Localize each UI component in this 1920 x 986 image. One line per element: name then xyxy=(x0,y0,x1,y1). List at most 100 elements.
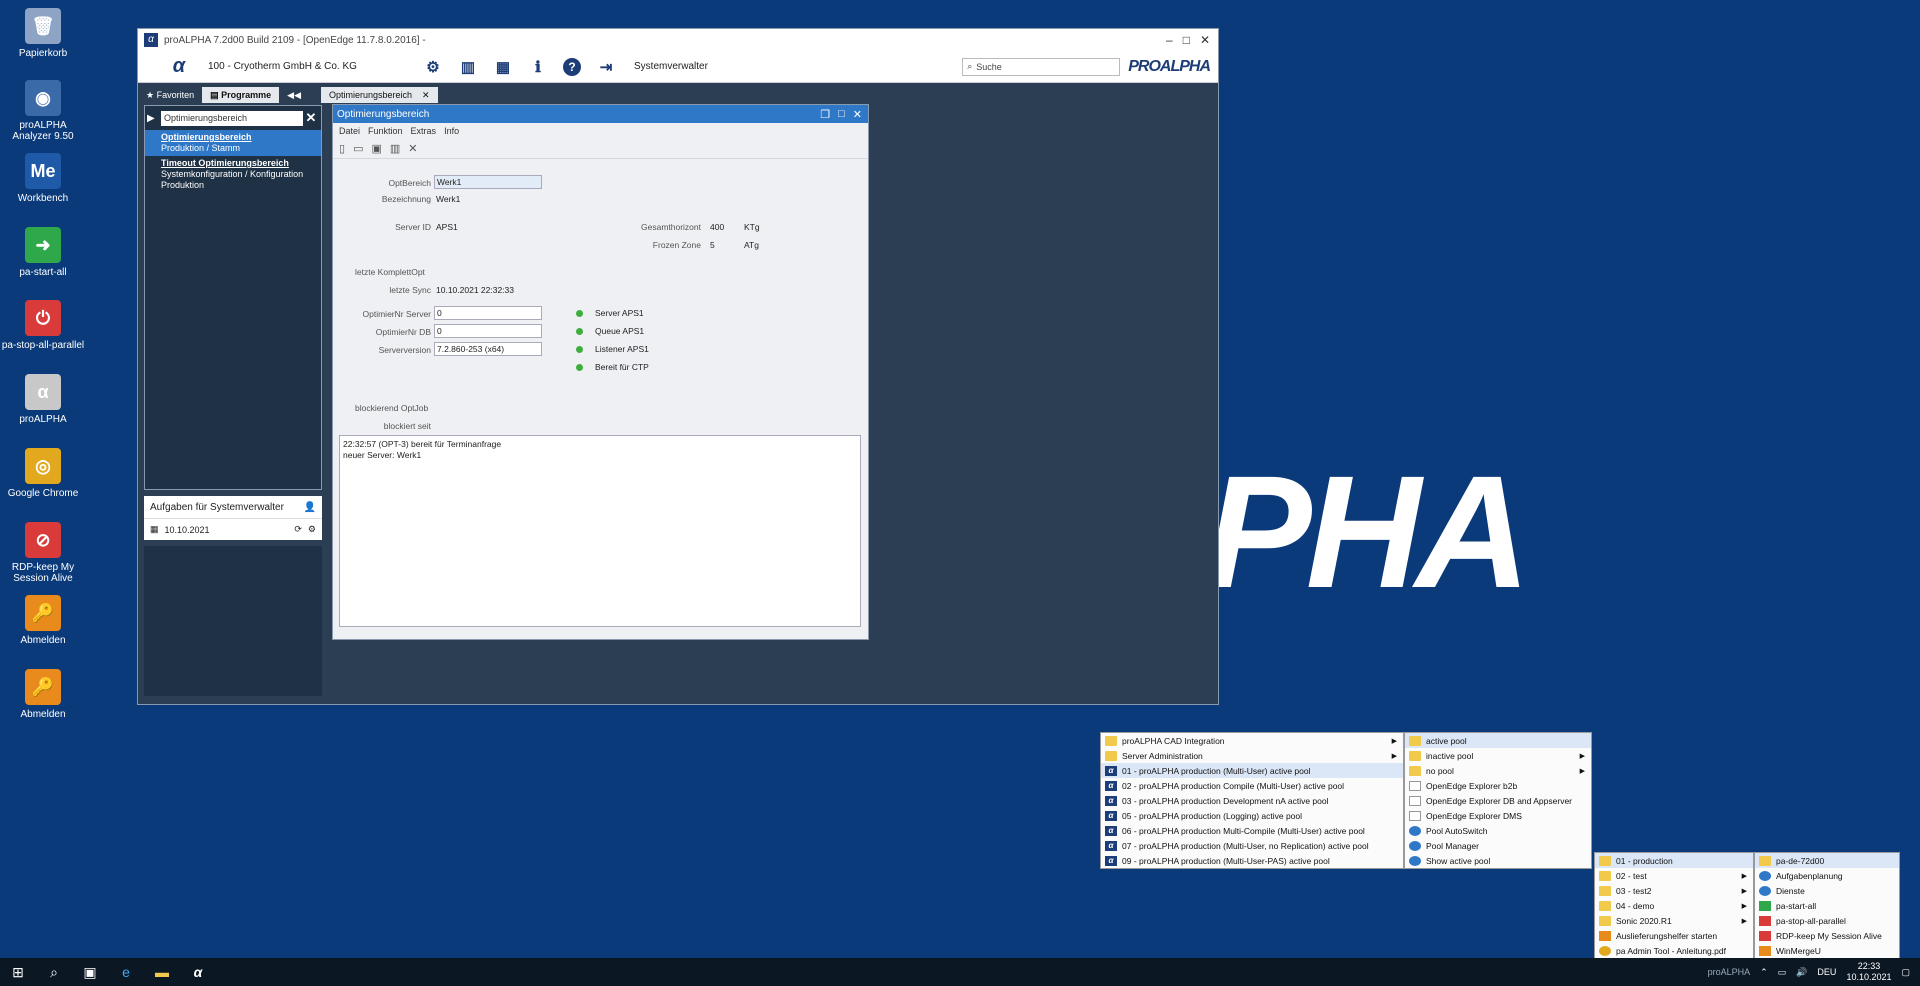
menu-item[interactable]: 02 - test ▶ xyxy=(1595,868,1753,883)
menu-info[interactable]: Info xyxy=(444,126,459,136)
menu-item[interactable]: α 05 - proALPHA production (Logging) acti… xyxy=(1101,808,1403,823)
info-icon[interactable]: ℹ xyxy=(528,57,548,77)
alpha-menu-icon[interactable]: α xyxy=(168,55,190,78)
menu-item[interactable]: OpenEdge Explorer DMS xyxy=(1405,808,1591,823)
restore-icon[interactable]: ❐ xyxy=(820,108,830,121)
nav-item-optimierungsbereich[interactable]: Optimierungsbereich Produktion / Stamm xyxy=(145,130,321,156)
tab-favorites[interactable]: ★ Favoriten xyxy=(138,87,202,103)
open-icon[interactable]: ▭ xyxy=(353,142,363,155)
clear-icon[interactable]: ✕ xyxy=(303,110,319,126)
menu-item[interactable]: Pool AutoSwitch xyxy=(1405,823,1591,838)
menu-item[interactable]: 03 - test2 ▶ xyxy=(1595,883,1753,898)
menu-item[interactable]: OpenEdge Explorer b2b xyxy=(1405,778,1591,793)
desktop-icon[interactable]: ◎ Google Chrome xyxy=(0,448,86,499)
menu-item[interactable]: Server Administration ▶ xyxy=(1101,748,1403,763)
menu-item[interactable]: α 02 - proALPHA production Compile (Multi… xyxy=(1101,778,1403,793)
maximize-icon[interactable]: □ xyxy=(1183,33,1190,47)
layout-icon[interactable]: ▦ xyxy=(493,57,513,77)
menu-funktion[interactable]: Funktion xyxy=(368,126,403,136)
save-icon[interactable]: ▣ xyxy=(371,142,381,155)
menu-item[interactable]: α 07 - proALPHA production (Multi-User, n… xyxy=(1101,838,1403,853)
network-icon[interactable]: ▭ xyxy=(1778,967,1787,978)
menu-item[interactable]: Dienste xyxy=(1755,883,1899,898)
optimierer-db-field[interactable]: 0 xyxy=(434,324,542,338)
menu-item[interactable]: active pool xyxy=(1405,733,1591,748)
menu-item[interactable]: pa Admin Tool - Anleitung.pdf xyxy=(1595,943,1753,958)
menu-extras[interactable]: Extras xyxy=(411,126,437,136)
collapse-icon[interactable]: ◀◀ xyxy=(279,87,309,103)
close-icon[interactable]: ✕ xyxy=(853,108,862,121)
company-select[interactable]: 100 - Cryotherm GmbH & Co. KG xyxy=(208,61,408,72)
optimierer-server-field[interactable]: 0 xyxy=(434,306,542,320)
language-indicator[interactable]: DEU xyxy=(1817,967,1836,977)
tray-up-icon[interactable]: ⌃ xyxy=(1760,967,1768,978)
proalpha-taskbar-icon[interactable]: α xyxy=(180,958,216,986)
menu-datei[interactable]: Datei xyxy=(339,126,360,136)
help-icon[interactable]: ? xyxy=(563,57,581,76)
menu-item-label: Dienste xyxy=(1776,885,1805,896)
menu-item[interactable]: Aufgabenplanung xyxy=(1755,868,1899,883)
menu-item[interactable]: α 03 - proALPHA production Development nA… xyxy=(1101,793,1403,808)
menu-item[interactable]: proALPHA CAD Integration ▶ xyxy=(1101,733,1403,748)
tab-close-icon[interactable]: ✕ xyxy=(422,90,430,101)
nav-search-input[interactable]: Optimierungsbereich xyxy=(161,110,303,126)
edge-icon[interactable]: e xyxy=(108,958,144,986)
cancel-icon[interactable]: ✕ xyxy=(408,142,417,155)
menu-item[interactable]: Show active pool xyxy=(1405,853,1591,868)
refresh-icon[interactable]: ⟳ xyxy=(294,524,302,535)
tab-programs[interactable]: ▤ Programme xyxy=(202,87,280,103)
menu-item[interactable]: pa-de-72d00 xyxy=(1755,853,1899,868)
minimize-icon[interactable]: – xyxy=(1166,33,1173,47)
tab-document[interactable]: Optimierungsbereich ✕ xyxy=(321,87,438,103)
clock[interactable]: 22:33 10.10.2021 xyxy=(1846,961,1891,983)
menu-item[interactable]: WinMergeU xyxy=(1755,943,1899,958)
menu-item[interactable]: RDP-keep My Session Alive xyxy=(1755,928,1899,943)
menu-item[interactable]: Auslieferungshelfer starten xyxy=(1595,928,1753,943)
optbereich-field[interactable]: Werk1 xyxy=(434,175,542,189)
search-icon[interactable]: ⌕ xyxy=(36,958,72,986)
menu-item[interactable]: α 09 - proALPHA production (Multi-User-PA… xyxy=(1101,853,1403,868)
tasks-date[interactable]: 10.10.2021 xyxy=(165,525,210,535)
search-input[interactable]: ⌕ Suche xyxy=(962,57,1121,76)
menu-item[interactable]: no pool ▶ xyxy=(1405,763,1591,778)
nav-item-timeout[interactable]: Timeout Optimierungsbereich Systemkonfig… xyxy=(145,156,321,193)
task-view-icon[interactable]: ▣ xyxy=(72,958,108,986)
gear-icon[interactable]: ⚙ xyxy=(423,57,443,77)
maximize-icon[interactable]: □ xyxy=(838,108,845,121)
logout-icon[interactable]: ⇥ xyxy=(596,57,616,77)
panel-icon[interactable]: ▥ xyxy=(458,57,478,77)
menu-item[interactable]: α 06 - proALPHA production Multi-Compile … xyxy=(1101,823,1403,838)
new-icon[interactable]: ▯ xyxy=(339,142,345,155)
desktop-icon[interactable]: ⊘ RDP-keep My Session Alive xyxy=(0,522,86,584)
menu-item[interactable]: OpenEdge Explorer DB and Appserver xyxy=(1405,793,1591,808)
start-icon[interactable]: ⊞ xyxy=(0,958,36,986)
delete-icon[interactable]: ▥ xyxy=(390,142,400,155)
menu-item[interactable]: Pool Manager xyxy=(1405,838,1591,853)
menu-item[interactable]: pa-start-all xyxy=(1755,898,1899,913)
menu-item[interactable]: α 01 - proALPHA production (Multi-User) a… xyxy=(1101,763,1403,778)
menu-item[interactable]: 01 - production xyxy=(1595,853,1753,868)
close-icon[interactable]: ✕ xyxy=(1200,33,1210,47)
desktop-icon[interactable]: ◉ proALPHA Analyzer 9.50 xyxy=(0,80,86,142)
desktop-icon[interactable]: ➜ pa-start-all xyxy=(0,227,86,278)
notification-icon[interactable]: ▢ xyxy=(1901,967,1910,978)
run-icon[interactable]: ▶ xyxy=(147,113,161,124)
log-textarea[interactable]: 22:32:57 (OPT-3) bereit für Terminanfrag… xyxy=(339,435,861,627)
desktop-icon[interactable]: Me Workbench xyxy=(0,153,86,204)
desktop-icon[interactable]: ⏻ pa-stop-all-parallel xyxy=(0,300,86,351)
desktop-icon[interactable]: 🔑 Abmelden xyxy=(0,669,86,720)
menu-item[interactable]: Sonic 2020.R1 ▶ xyxy=(1595,913,1753,928)
desktop-icon[interactable]: 🔑 Abmelden xyxy=(0,595,86,646)
menu-item[interactable]: pa-stop-all-parallel xyxy=(1755,913,1899,928)
settings-icon[interactable]: ⚙ xyxy=(308,524,316,535)
explorer-icon[interactable]: ▬ xyxy=(144,958,180,986)
desktop-icon[interactable]: 🗑 Papierkorb xyxy=(0,8,86,59)
user-icon[interactable]: 👤 xyxy=(304,502,316,513)
desktop-icon[interactable]: α proALPHA xyxy=(0,374,86,425)
serverversion-field[interactable]: 7.2.860-253 (x64) xyxy=(434,342,542,356)
menu-item[interactable]: inactive pool ▶ xyxy=(1405,748,1591,763)
desktop-icon-label: Google Chrome xyxy=(7,488,79,499)
volume-icon[interactable]: 🔊 xyxy=(1796,967,1807,978)
calendar-icon[interactable]: ▦ xyxy=(150,524,159,535)
menu-item[interactable]: 04 - demo ▶ xyxy=(1595,898,1753,913)
